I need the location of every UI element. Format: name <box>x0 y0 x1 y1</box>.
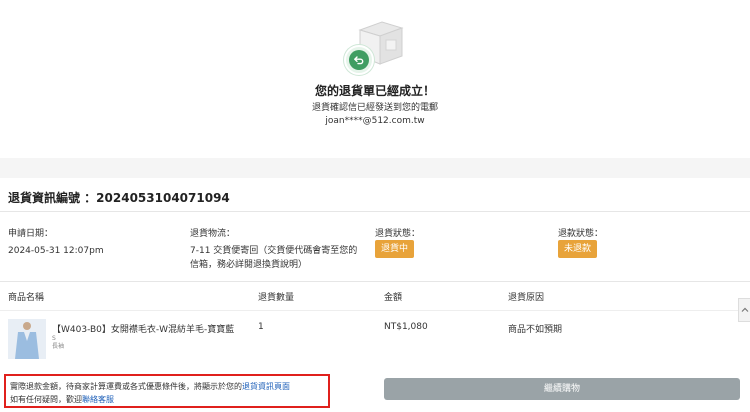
return-info-page-link[interactable]: 退貨資訊頁面 <box>242 382 290 391</box>
divider <box>0 310 750 311</box>
divider <box>0 281 750 282</box>
header-return-qty: 退貨數量 <box>258 293 295 303</box>
product-name[interactable]: 【W403-B0】女開襟毛衣-W混紡羊毛-寶寶藍 <box>52 322 234 335</box>
product-return-qty: 1 <box>258 322 264 332</box>
notice-line-1: 實際退款金額，待商家計算運費或各式優惠條件後，將顯示於您的退貨資訊頁面 <box>10 380 324 393</box>
apply-date-label: 申請日期： <box>8 229 54 239</box>
success-subtitle: 退貨確認信已經發送到您的電郵 <box>311 103 438 113</box>
refund-notice: 實際退款金額，待商家計算運費或各式優惠條件後，將顯示於您的退貨資訊頁面 如有任何… <box>4 374 330 408</box>
customer-email: joan****@512.com.tw <box>325 116 425 126</box>
scroll-to-top-button[interactable] <box>738 298 750 322</box>
notice-text: 如有任何疑問，歡迎 <box>10 395 82 404</box>
logistics-value: 7-11 交貨便寄回（交貨便代碼會寄至您的信箱，務必詳閱退換貨說明） <box>190 246 358 270</box>
header-amount: 金額 <box>384 293 403 303</box>
notice-line-2: 如有任何疑問，歡迎聯絡客服 <box>10 393 324 406</box>
divider <box>0 211 750 212</box>
success-title: 您的退貨單已經成立！ <box>314 84 435 98</box>
continue-shopping-button[interactable]: 繼續購物 <box>384 378 740 400</box>
apply-date-value: 2024-05-31 12:07pm <box>8 246 104 256</box>
product-thumbnail[interactable] <box>8 319 46 359</box>
refund-status-label: 退款狀態： <box>558 229 604 239</box>
success-hero: 您的退貨單已經成立！ 退貨確認信已經發送到您的電郵 joan****@512.c… <box>0 0 750 158</box>
return-badge <box>344 45 374 75</box>
product-color: 長袖 <box>52 343 65 350</box>
chevron-up-icon <box>741 307 748 312</box>
refund-status-badge: 未退款 <box>558 240 598 258</box>
header-return-reason: 退貨原因 <box>508 293 545 303</box>
return-arrow-icon <box>349 50 369 70</box>
product-amount: NT$1,080 <box>384 322 428 332</box>
product-size: S <box>52 335 56 342</box>
section-separator <box>0 158 750 178</box>
notice-text: 實際退款金額，待商家計算運費或各式優惠條件後，將顯示於您的 <box>10 382 242 391</box>
return-status-label: 退貨狀態： <box>375 229 421 239</box>
product-return-reason: 商品不如預期 <box>508 325 563 335</box>
return-info-title: 退貨資訊編號 ：2024053104071094 <box>8 191 230 205</box>
contact-support-link[interactable]: 聯絡客服 <box>82 395 114 404</box>
return-status-badge: 退貨中 <box>375 240 415 258</box>
header-product-name: 商品名稱 <box>8 293 45 303</box>
logistics-label: 退貨物流： <box>190 229 236 239</box>
